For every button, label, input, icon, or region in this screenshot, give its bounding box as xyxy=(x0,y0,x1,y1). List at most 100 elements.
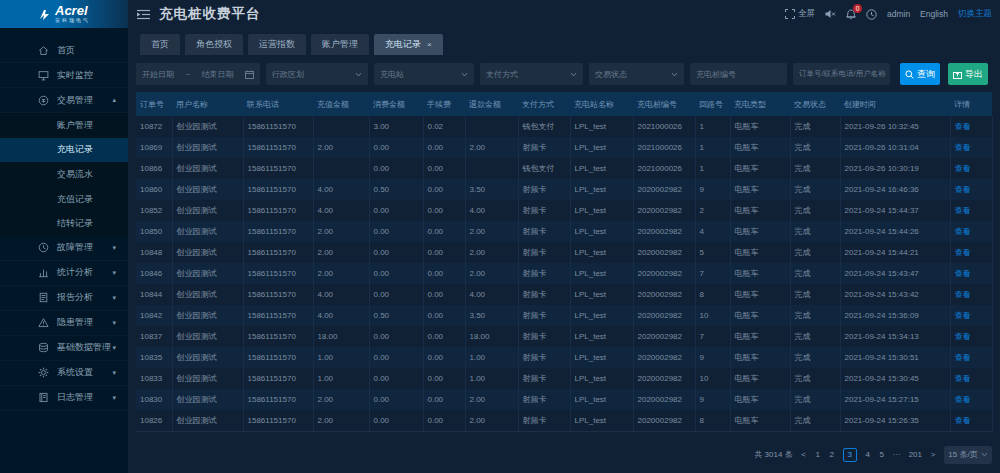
view-detail-link[interactable]: 查看 xyxy=(955,248,971,257)
col-header-station-name: 充电站名称 xyxy=(570,92,633,116)
notifications-button[interactable]: 0 xyxy=(846,9,856,20)
cell-charge-type: 电瓶车 xyxy=(730,179,790,200)
view-detail-link[interactable]: 查看 xyxy=(955,374,971,383)
filter-transaction-status[interactable]: 交易状态 xyxy=(589,63,684,85)
filter-region[interactable]: 行政区划 xyxy=(266,63,368,85)
cell-station-name: LPL_test xyxy=(570,158,633,179)
sidebar-subitem-transaction-flow[interactable]: 交易流水 xyxy=(0,162,128,187)
sidebar-item-stats-analysis[interactable]: 统计分析▾ xyxy=(0,261,128,286)
filter-payment-method[interactable]: 支付方式 xyxy=(480,63,583,85)
sidebar-item-hazard-mgmt[interactable]: 隐患管理▾ xyxy=(0,311,128,336)
view-detail-link[interactable]: 查看 xyxy=(955,311,971,320)
export-button[interactable]: 导出 xyxy=(948,63,988,85)
view-detail-link[interactable]: 查看 xyxy=(955,185,971,194)
view-detail-link[interactable]: 查看 xyxy=(955,332,971,341)
cell-created-time: 2021-09-24 15:44:37 xyxy=(840,200,950,221)
cell-station-name: LPL_test xyxy=(570,326,633,347)
pagination-page[interactable]: 4 xyxy=(865,450,871,459)
sidebar-item-realtime-monitor[interactable]: 实时监控 xyxy=(0,63,128,88)
cell-payment-method: 射频卡 xyxy=(518,179,570,200)
cell-loop-no: 10 xyxy=(695,305,730,326)
view-detail-link[interactable]: 查看 xyxy=(955,122,971,131)
cell-refund-amount: 3.50 xyxy=(465,179,518,200)
page-size-select[interactable]: 15 条/页 xyxy=(944,446,992,464)
cell-recharge-amount: 2.00 xyxy=(313,137,369,158)
filter-pile-no[interactable]: 充电桩编号 xyxy=(690,63,787,85)
search-button[interactable]: 查询 xyxy=(900,63,940,85)
cell-payment-method: 射频卡 xyxy=(518,221,570,242)
help-button[interactable] xyxy=(866,9,877,20)
view-detail-link[interactable]: 查看 xyxy=(955,416,971,425)
view-detail-link[interactable]: 查看 xyxy=(955,143,971,152)
col-header-order-no: 订单号 xyxy=(136,92,172,116)
tab-operation-index[interactable]: 运营指数 xyxy=(248,34,306,55)
cell-consume-amount: 0.00 xyxy=(369,326,423,347)
table-row: 10848创业园测试158611515702.000.000.002.00射频卡… xyxy=(136,242,992,263)
col-header-refund-amount: 退款金额 xyxy=(465,92,518,116)
cell-station-name: LPL_test xyxy=(570,116,633,137)
tab-home[interactable]: 首页 xyxy=(140,34,180,55)
cell-consume-amount: 0.00 xyxy=(369,389,423,410)
pagination-page[interactable]: 201 xyxy=(909,450,922,459)
cell-status: 完成 xyxy=(790,179,840,200)
fullscreen-button[interactable]: 全屏 xyxy=(785,8,815,20)
tab-close-icon[interactable]: × xyxy=(427,40,432,49)
sidebar-item-report-analysis[interactable]: 报告分析▾ xyxy=(0,286,128,311)
cell-payment-method: 射频卡 xyxy=(518,389,570,410)
cell-consume-amount: 3.00 xyxy=(369,116,423,137)
cell-status: 完成 xyxy=(790,284,840,305)
filter-date-range[interactable]: 开始日期~结束日期 xyxy=(136,63,260,85)
sidebar-item-log-mgmt[interactable]: 日志管理▾ xyxy=(0,386,128,411)
pagination-page[interactable]: 1 xyxy=(815,450,821,459)
cell-refund-amount xyxy=(465,116,518,137)
sidebar-item-system-settings[interactable]: 系统设置▾ xyxy=(0,361,128,386)
filter-keyword[interactable]: 订单号/联系电话/用户名称 xyxy=(793,63,890,85)
cell-payment-method: 射频卡 xyxy=(518,137,570,158)
pagination-page-current[interactable]: 3 xyxy=(843,448,857,462)
view-detail-link[interactable]: 查看 xyxy=(955,206,971,215)
pagination-prev[interactable]: < xyxy=(801,450,807,459)
pagination-page[interactable]: ··· xyxy=(893,450,901,459)
view-detail-link[interactable]: 查看 xyxy=(955,164,971,173)
sidebar-item-base-data-mgmt[interactable]: 基础数据管理▾ xyxy=(0,336,128,361)
theme-toggle-link[interactable]: 切换主题 xyxy=(958,8,992,20)
pagination-next[interactable]: > xyxy=(930,450,936,459)
pagination-page[interactable]: 2 xyxy=(829,450,835,459)
sidebar-subitem-account-mgmt[interactable]: 账户管理 xyxy=(0,113,128,138)
cell-detail: 查看 xyxy=(950,305,992,326)
mute-button[interactable] xyxy=(825,9,836,19)
sidebar-item-fault-mgmt[interactable]: 故障管理▾ xyxy=(0,236,128,261)
view-detail-link[interactable]: 查看 xyxy=(955,395,971,404)
sidebar-subitem-charging-records[interactable]: 充电记录 xyxy=(0,138,128,163)
cell-refund-amount: 2.00 xyxy=(465,242,518,263)
pagination-page[interactable]: 5 xyxy=(879,450,885,459)
cell-status: 完成 xyxy=(790,137,840,158)
sidebar-item-transaction-mgmt[interactable]: 交易管理▴ xyxy=(0,88,128,113)
tab-role-auth[interactable]: 角色授权 xyxy=(185,34,243,55)
filter-station[interactable]: 充电站 xyxy=(374,63,474,85)
table-row: 10826创业园测试158611515702.000.000.002.00射频卡… xyxy=(136,410,992,431)
cell-fee: 0.00 xyxy=(423,242,465,263)
cell-user-name: 创业园测试 xyxy=(172,305,243,326)
tab-charging-records[interactable]: 充电记录× xyxy=(374,34,443,55)
sidebar-subitem-recharge-records[interactable]: 充值记录 xyxy=(0,187,128,212)
cell-fee: 0.00 xyxy=(423,221,465,242)
cell-order-no: 10835 xyxy=(136,347,172,368)
menu-fold-icon[interactable] xyxy=(137,9,150,20)
view-detail-link[interactable]: 查看 xyxy=(955,290,971,299)
tab-label: 账户管理 xyxy=(322,38,358,51)
view-detail-link[interactable]: 查看 xyxy=(955,353,971,362)
view-detail-link[interactable]: 查看 xyxy=(955,227,971,236)
cell-loop-no: 1 xyxy=(695,158,730,179)
view-detail-link[interactable]: 查看 xyxy=(955,269,971,278)
cell-charge-type: 电瓶车 xyxy=(730,137,790,158)
language-switch[interactable]: English xyxy=(920,9,948,19)
cell-phone: 15861151570 xyxy=(243,284,313,305)
tab-account-mgmt[interactable]: 账户管理 xyxy=(311,34,369,55)
user-menu[interactable]: admin xyxy=(887,9,910,19)
sidebar-item-home[interactable]: 首页 xyxy=(0,38,128,63)
cell-phone: 15861151570 xyxy=(243,368,313,389)
cell-pile-no: 2020002982 xyxy=(633,326,695,347)
sidebar-subitem-carryover-records[interactable]: 结转记录 xyxy=(0,211,128,236)
cell-user-name: 创业园测试 xyxy=(172,326,243,347)
